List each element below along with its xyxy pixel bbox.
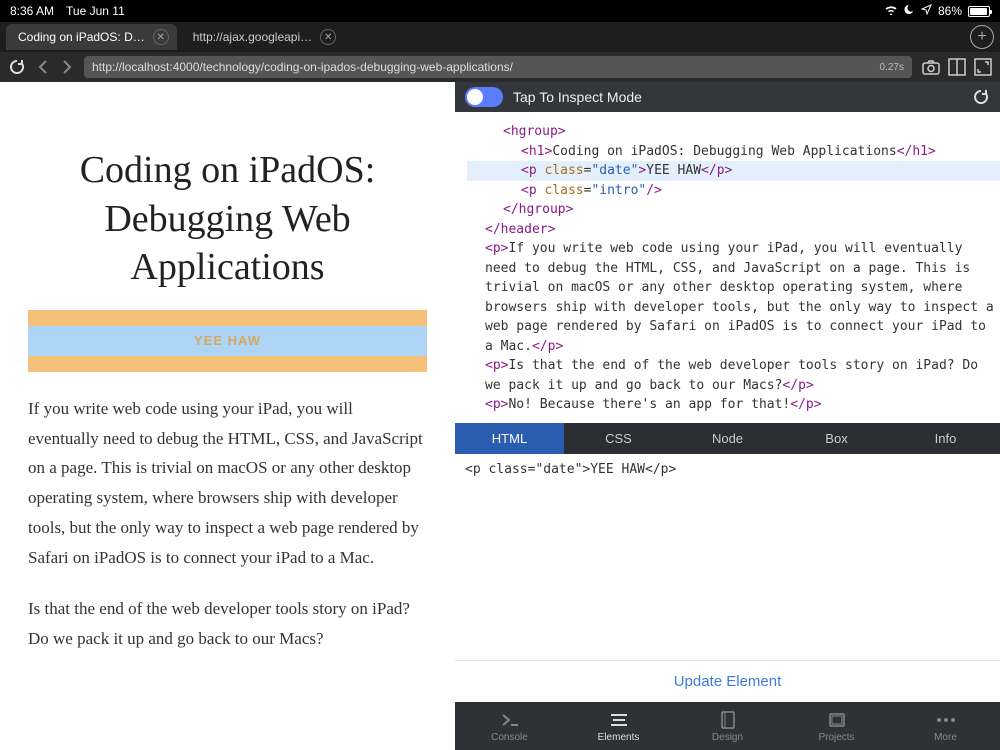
selected-node[interactable]: <p class="date">YEE HAW</p> (467, 161, 1000, 181)
camera-icon[interactable] (922, 58, 940, 76)
status-date: Tue Jun 11 (66, 4, 125, 18)
update-element-button[interactable]: Update Element (455, 660, 1000, 702)
tab-title: Coding on iPadOS: D… (18, 30, 145, 44)
more-icon (936, 710, 956, 730)
reload-icon[interactable] (8, 58, 26, 76)
page-preview[interactable]: Coding on iPadOS: Debugging Web Applicat… (0, 82, 455, 750)
address-bar[interactable]: http://localhost:4000/technology/coding-… (84, 56, 912, 78)
wifi-icon (884, 4, 898, 18)
forward-icon[interactable] (60, 59, 74, 75)
toolbar: http://localhost:4000/technology/coding-… (0, 52, 1000, 82)
battery-percent: 86% (938, 4, 962, 18)
battery-icon (968, 6, 990, 17)
inspector-panel: Tap To Inspect Mode <hgroup> <h1>Coding … (455, 82, 1000, 750)
url-text: http://localhost:4000/technology/coding-… (92, 60, 513, 74)
body-paragraph: Is that the end of the web developer too… (28, 594, 427, 654)
design-icon (720, 710, 736, 730)
dom-tree[interactable]: <hgroup> <h1>Coding on iPadOS: Debugging… (455, 112, 1000, 423)
refresh-icon[interactable] (972, 88, 990, 106)
tab-title: http://ajax.googleapi… (193, 30, 312, 44)
inspector-header: Tap To Inspect Mode (455, 82, 1000, 112)
nav-elements[interactable]: Elements (564, 702, 673, 750)
inspector-tabs: HTML CSS Node Box Info (455, 423, 1000, 454)
close-icon[interactable]: ✕ (153, 29, 169, 45)
new-tab-button[interactable]: + (970, 25, 994, 49)
tab-bar: Coding on iPadOS: D… ✕ http://ajax.googl… (0, 22, 1000, 52)
highlight-label: YEE HAW (28, 326, 427, 356)
projects-icon (828, 710, 846, 730)
nav-projects[interactable]: Projects (782, 702, 891, 750)
moon-icon (904, 4, 915, 18)
load-time: 0.27s (880, 62, 904, 73)
console-icon (500, 710, 520, 730)
tab-html[interactable]: HTML (455, 423, 564, 454)
expand-icon[interactable] (974, 58, 992, 76)
browser-tab[interactable]: http://ajax.googleapi… ✕ (181, 24, 344, 50)
back-icon[interactable] (36, 59, 50, 75)
inspect-toggle[interactable] (465, 87, 503, 107)
tab-info[interactable]: Info (891, 423, 1000, 454)
element-detail[interactable]: <p class="date">YEE HAW</p> (455, 454, 1000, 660)
nav-console[interactable]: Console (455, 702, 564, 750)
location-icon (921, 4, 932, 18)
highlighted-element[interactable]: YEE HAW (28, 310, 427, 372)
tab-box[interactable]: Box (782, 423, 891, 454)
status-time: 8:36 AM (10, 4, 54, 18)
browser-tab[interactable]: Coding on iPadOS: D… ✕ (6, 24, 177, 50)
tab-css[interactable]: CSS (564, 423, 673, 454)
close-icon[interactable]: ✕ (320, 29, 336, 45)
page-title: Coding on iPadOS: Debugging Web Applicat… (28, 146, 427, 292)
bottom-bar: Console Elements Design Projects More (455, 702, 1000, 750)
elements-icon (610, 710, 628, 730)
tab-node[interactable]: Node (673, 423, 782, 454)
split-view-icon[interactable] (948, 58, 966, 76)
status-bar: 8:36 AM Tue Jun 11 86% (0, 0, 1000, 22)
nav-more[interactable]: More (891, 702, 1000, 750)
nav-design[interactable]: Design (673, 702, 782, 750)
inspect-label: Tap To Inspect Mode (513, 89, 642, 105)
body-paragraph: If you write web code using your iPad, y… (28, 394, 427, 573)
